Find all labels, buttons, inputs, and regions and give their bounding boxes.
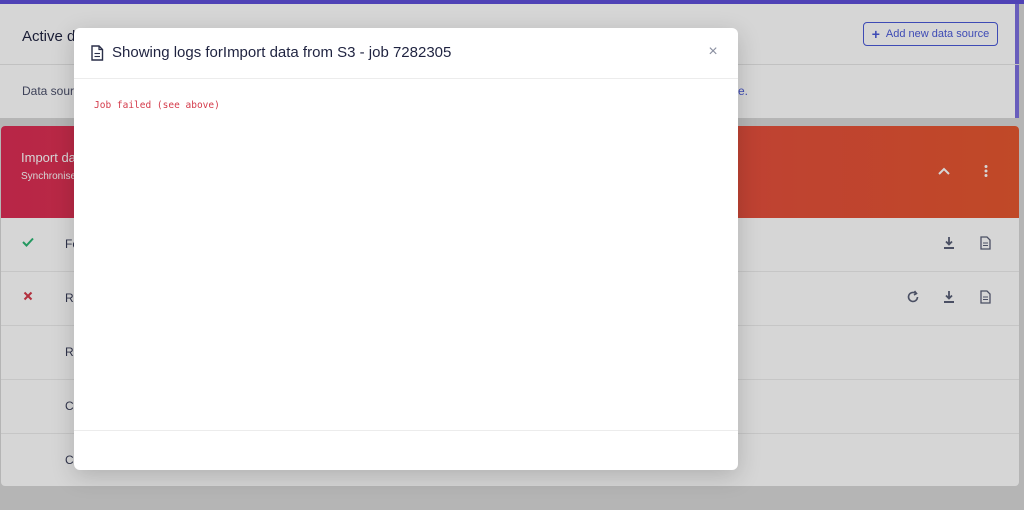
document-icon [91,45,104,61]
log-output: Job failed (see above) [94,100,220,111]
modal-header: Showing logs forImport data from S3 - jo… [74,28,738,79]
modal-footer-divider [74,430,738,431]
modal-title: Showing logs forImport data from S3 - jo… [112,44,452,61]
close-icon[interactable]: × [704,43,722,61]
logs-modal: Showing logs forImport data from S3 - jo… [74,28,738,470]
